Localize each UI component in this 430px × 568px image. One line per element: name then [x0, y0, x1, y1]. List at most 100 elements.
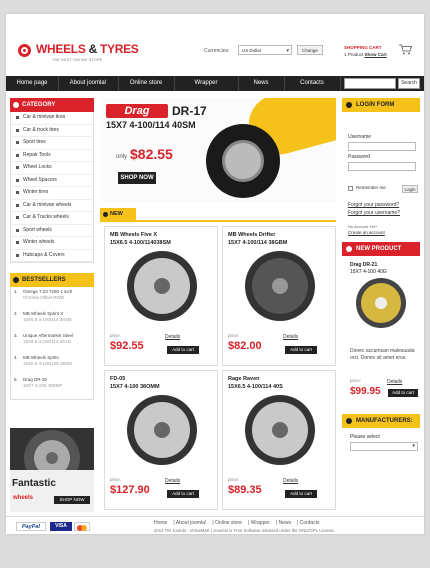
new-section-header: NEW [100, 208, 336, 222]
nav-wrapper[interactable]: Wrapper [174, 76, 239, 91]
price-label: price: [110, 333, 122, 338]
logo-icon[interactable] [18, 44, 31, 57]
product-name[interactable]: MB Wheels Five X [110, 232, 157, 238]
promo-wheel-image [24, 430, 80, 474]
banner-spec: 15X7 4-100/114 40SM [106, 120, 196, 130]
footer-link-home[interactable]: Home [154, 520, 167, 526]
banner-only-label: only [116, 154, 128, 160]
category-item[interactable]: Repair Tools [11, 150, 93, 162]
add-to-cart-button[interactable]: Add to cart [167, 490, 199, 498]
show-cart-link[interactable]: Show Cart [365, 52, 387, 57]
price-label: price: [228, 333, 240, 338]
nav-online-store[interactable]: Online store [118, 76, 175, 91]
details-link[interactable]: Details [283, 334, 298, 340]
new-product-name[interactable]: Drag DR-21 [350, 262, 377, 268]
product-price: $92.55 [110, 340, 144, 352]
bullet-icon [13, 102, 19, 108]
nav-home[interactable]: Home page [6, 76, 59, 91]
product-image[interactable] [127, 251, 197, 321]
promo-banner[interactable]: Fantastic wheels SHOP NOW [10, 428, 94, 512]
new-product-image[interactable] [356, 278, 406, 328]
category-item[interactable]: Hubcaps & Covers [11, 250, 93, 262]
promo-subtitle: wheels [13, 495, 34, 501]
username-label: Username [348, 134, 372, 140]
bestseller-item[interactable]: 4. MB Wheels Sprits 15X6.5 4-100/108 38SM [11, 353, 93, 375]
footer-link-news[interactable]: News [279, 520, 292, 526]
product-name[interactable]: Rage Raven [228, 376, 260, 382]
username-input[interactable] [348, 142, 416, 151]
hero-banner[interactable]: Drag DR-17 15X7 4-100/114 40SM only $82.… [100, 98, 336, 202]
login-form: Username Password Remember me Login Forg… [342, 112, 420, 235]
category-item[interactable]: Car & minivan wheels [11, 200, 93, 212]
product-card[interactable]: Rage Raven 15X6.5 4-100/114 40S price: $… [222, 370, 336, 510]
header: WHEELS & TYRES THE BEST ONLINE STORE Cur… [6, 14, 424, 74]
product-price: $89.35 [228, 484, 262, 496]
cart-icon[interactable] [399, 44, 412, 55]
bestseller-item[interactable]: 3. Unique Aftermarket Steel 15X6.5 4-100/1… [11, 331, 93, 353]
details-link[interactable]: Details [165, 478, 180, 484]
forgot-password-link[interactable]: Forgot your password? [348, 202, 399, 208]
manufacturers-select[interactable]: ▾ [350, 442, 418, 451]
add-to-cart-button[interactable]: Add to cart [167, 346, 199, 354]
nav-contacts[interactable]: Contacts [284, 76, 341, 91]
forgot-username-link[interactable]: Forgot your username? [348, 210, 400, 216]
category-item[interactable]: Car & minivan tires [11, 112, 93, 125]
currency-select[interactable]: US Dollar ▾ [238, 45, 292, 55]
product-card[interactable]: FD-05 15X7 4-100 38OMM price: $127.90 De… [104, 370, 218, 510]
logo[interactable]: WHEELS & TYRES [36, 42, 139, 56]
add-to-cart-button[interactable]: Add to cart [285, 490, 317, 498]
details-link[interactable]: Details [283, 478, 298, 484]
password-input[interactable] [348, 162, 416, 171]
category-item[interactable]: Car & truck tires [11, 125, 93, 137]
create-account-link[interactable]: Create an account [348, 230, 385, 235]
new-product-spec: 15X7 4-100 40G [350, 269, 387, 275]
currency-label: Currencies: [204, 48, 230, 54]
footer: PayPal VISA Home | About joomla! | Online … [6, 516, 424, 535]
category-item[interactable]: Wheel Spacers [11, 175, 93, 187]
details-link[interactable]: Details [165, 334, 180, 340]
banner-shop-button[interactable]: SHOP NOW [118, 172, 156, 184]
product-image[interactable] [245, 395, 315, 465]
login-button[interactable]: Login [402, 185, 418, 193]
product-card[interactable]: MB Wheels Five X 15X6.5 4-100/114038SM p… [104, 226, 218, 366]
category-item[interactable]: Sport wheels [11, 225, 93, 237]
paypal-logo: PayPal [16, 522, 46, 531]
category-item[interactable]: Car & Trucks wheels [11, 212, 93, 225]
page: WHEELS & TYRES THE BEST ONLINE STORE Cur… [6, 14, 424, 534]
nav-about[interactable]: About joomla! [58, 76, 119, 91]
product-spec: 15X7 4-100 38OMM [110, 384, 160, 390]
footer-link-about[interactable]: About joomla! [176, 520, 207, 526]
add-to-cart-button[interactable]: Add to cart [388, 389, 418, 397]
banner-model: DR-17 [172, 104, 207, 118]
bestseller-item[interactable]: 5. Drag DR-30 15X7 4-100 40DMF [11, 375, 93, 397]
footer-link-contacts[interactable]: Contacts [300, 520, 320, 526]
nav-news[interactable]: News [238, 76, 285, 91]
footer-link-wrapper[interactable]: Wrapper [251, 520, 270, 526]
product-name[interactable]: MB Wheels Drifter [228, 232, 275, 238]
footer-link-store[interactable]: Online store [215, 520, 242, 526]
copyright: 2013 TM Joomla - VirtueMart | Joomla! is… [154, 528, 336, 533]
details-link[interactable]: Details [387, 379, 402, 385]
category-item[interactable]: Wheel Locks [11, 162, 93, 175]
category-item[interactable]: Winter wheels [11, 237, 93, 250]
change-currency-button[interactable]: Change [297, 45, 323, 55]
banner-brand: Drag [106, 104, 168, 118]
product-card[interactable]: MB Wheels Drifter 15X7 4-100/114 38GBM p… [222, 226, 336, 366]
mastercard-logo [74, 522, 90, 531]
bestseller-item[interactable]: 1. Omega 7.23 7290 1 inch Chrome Offset RW… [11, 287, 93, 309]
search-input[interactable] [344, 78, 396, 89]
promo-panel [10, 470, 94, 512]
product-name[interactable]: FD-05 [110, 376, 125, 382]
promo-shop-button[interactable]: SHOP NOW [54, 496, 90, 504]
search-button[interactable]: Search [398, 78, 420, 89]
category-item[interactable]: Sport tires [11, 137, 93, 150]
add-to-cart-button[interactable]: Add to cart [285, 346, 317, 354]
product-image[interactable] [127, 395, 197, 465]
manufacturers-header: MANUFACTURERS: [342, 414, 420, 428]
remember-checkbox[interactable] [348, 186, 353, 191]
promo-title: Fantastic [12, 478, 56, 489]
bestsellers-header: BESTSELLERS [10, 273, 94, 287]
product-image[interactable] [245, 251, 315, 321]
category-item[interactable]: Winter tires [11, 187, 93, 200]
bestseller-item[interactable]: 2. MB Wheels Sprint X 15X6.5 4-100/114 38S… [11, 309, 93, 331]
